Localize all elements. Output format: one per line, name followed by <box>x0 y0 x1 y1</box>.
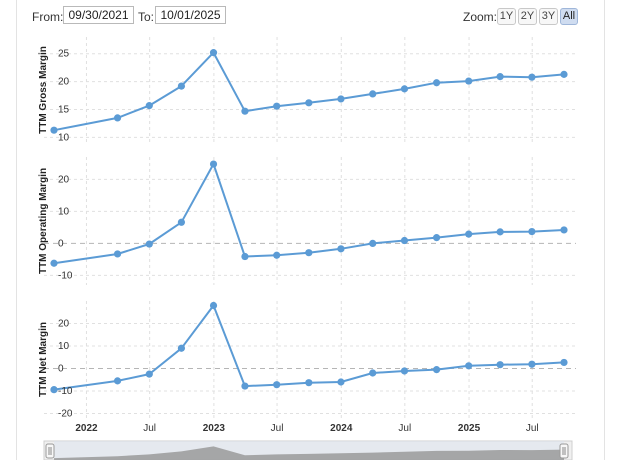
y-tick-label: 25 <box>58 49 70 60</box>
series-line <box>53 51 565 132</box>
data-point[interactable] <box>496 228 504 236</box>
data-point[interactable] <box>241 107 249 115</box>
grid-layer <box>44 37 576 418</box>
y-tick-label: 0 <box>58 364 64 375</box>
x-tick-label: Jul <box>398 423 411 434</box>
data-point[interactable] <box>465 77 473 85</box>
y-tick-label: 20 <box>58 77 70 88</box>
data-point[interactable] <box>177 218 186 226</box>
data-point[interactable] <box>305 249 313 257</box>
data-point[interactable] <box>273 381 281 389</box>
data-point[interactable] <box>528 227 536 236</box>
y-tick-label: -10 <box>58 270 73 281</box>
data-point[interactable] <box>145 370 153 378</box>
x-tick-label: 2022 <box>75 423 98 434</box>
data-point[interactable] <box>465 230 473 238</box>
data-point[interactable] <box>432 366 441 374</box>
data-point[interactable] <box>209 160 218 168</box>
x-tick-label: Jul <box>143 423 156 434</box>
data-point[interactable] <box>369 90 377 98</box>
data-point[interactable] <box>496 361 504 369</box>
data-point[interactable] <box>113 377 122 385</box>
navigator-left-handle[interactable] <box>45 443 55 459</box>
data-point[interactable] <box>432 79 441 87</box>
navigator-right-handle[interactable] <box>559 443 569 459</box>
data-point[interactable] <box>337 95 345 103</box>
data-point[interactable] <box>400 236 409 245</box>
data-point[interactable] <box>113 114 122 122</box>
data-point[interactable] <box>528 360 536 368</box>
y-tick-label: 10 <box>58 341 70 352</box>
y-tick-label: 20 <box>58 174 70 185</box>
y-tick-label: 20 <box>58 319 70 330</box>
x-tick-label: 2024 <box>330 423 353 434</box>
data-point[interactable] <box>560 358 568 367</box>
data-point[interactable] <box>369 369 377 377</box>
data-point[interactable] <box>337 378 345 386</box>
data-point[interactable] <box>145 102 153 110</box>
y-axis-title: TTM Gross Margin <box>38 46 49 134</box>
y-tick-label: 10 <box>58 132 70 143</box>
y-tick-label: 10 <box>58 206 70 217</box>
data-point[interactable] <box>305 379 313 387</box>
x-tick-label: Jul <box>526 423 539 434</box>
data-point[interactable] <box>432 234 441 242</box>
data-point[interactable] <box>50 126 58 134</box>
y-tick-label: 15 <box>58 105 70 116</box>
data-point[interactable] <box>50 259 58 267</box>
data-point[interactable] <box>400 85 409 93</box>
y-tick-label: 0 <box>58 238 64 249</box>
data-point[interactable] <box>177 344 186 352</box>
data-point[interactable] <box>209 49 218 57</box>
series-line <box>53 163 565 265</box>
data-point[interactable] <box>305 99 313 107</box>
series-line <box>53 304 565 391</box>
data-point[interactable] <box>145 240 153 248</box>
data-point[interactable] <box>496 73 504 81</box>
navigator[interactable] <box>43 440 573 460</box>
x-tick-label: Jul <box>271 423 284 434</box>
data-point[interactable] <box>400 367 409 375</box>
data-point[interactable] <box>177 82 186 90</box>
data-point[interactable] <box>528 73 536 81</box>
data-point[interactable] <box>560 70 568 78</box>
y-tick-label: -20 <box>58 409 73 420</box>
y-tick-label: -10 <box>58 386 73 397</box>
data-point[interactable] <box>273 102 281 110</box>
data-point[interactable] <box>337 245 345 253</box>
data-point[interactable] <box>209 301 218 310</box>
data-point[interactable] <box>560 226 568 234</box>
x-tick-label: 2023 <box>203 423 226 434</box>
x-tick-label: 2025 <box>458 423 481 434</box>
data-point[interactable] <box>241 382 249 390</box>
data-point[interactable] <box>273 251 281 259</box>
data-point[interactable] <box>113 250 122 258</box>
y-axis-title: TTM Operating Margin <box>38 168 49 274</box>
data-point[interactable] <box>50 386 58 394</box>
data-point[interactable] <box>369 239 377 247</box>
data-point[interactable] <box>465 362 473 370</box>
series-layer <box>50 49 568 394</box>
y-axis-title: TTM Net Margin <box>38 322 49 397</box>
data-point[interactable] <box>241 252 249 261</box>
margin-history-chart: 10152025TTM Gross Margin-1001020TTM Oper… <box>38 37 576 460</box>
